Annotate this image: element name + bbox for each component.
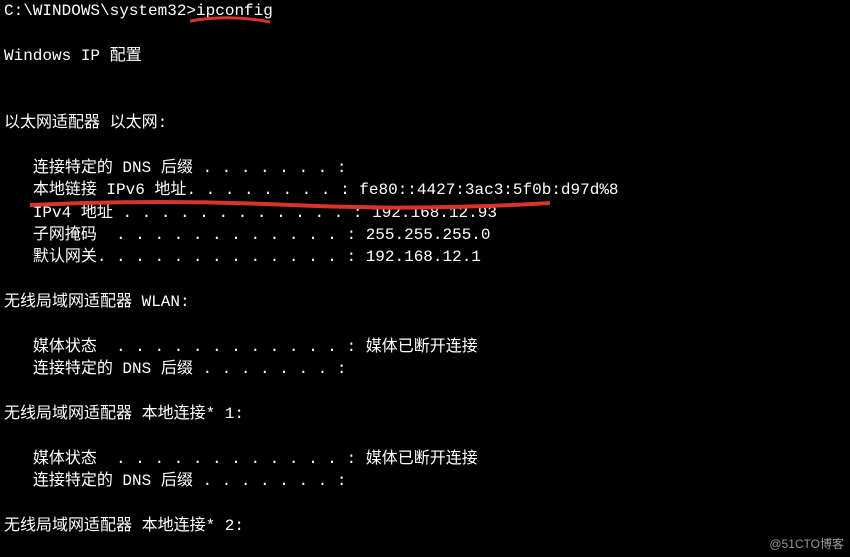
field-label: 媒体状态 (33, 450, 116, 468)
prompt-command: ipconfig (196, 2, 273, 20)
adapter-title: 无线局域网适配器 WLAN: (4, 293, 190, 311)
field-label: 默认网关 (33, 248, 97, 266)
field-label: 连接特定的 DNS 后缀 (33, 472, 203, 490)
field-label: 连接特定的 DNS 后缀 (33, 159, 203, 177)
field-value: 255.255.255.0 (366, 226, 491, 244)
field-label: 本地链接 IPv6 地址 (33, 181, 187, 199)
adapter-title: 以太网适配器 以太网: (4, 114, 167, 132)
field-value-ipv4: 192.168.12.93 (372, 204, 497, 222)
dots: . . . . . . . . . . . . : (122, 204, 362, 222)
dots: . . . . . . . : (202, 472, 346, 490)
prompt-path: C:\WINDOWS\system32> (4, 2, 196, 20)
terminal-output[interactable]: C:\WINDOWS\system32>ipconfig Windows IP … (0, 0, 850, 557)
watermark-text: @51CTO博客 (769, 536, 844, 553)
field-label: 媒体状态 (33, 338, 116, 356)
field-label: 连接特定的 DNS 后缀 (33, 360, 203, 378)
adapter-title: 无线局域网适配器 本地连接* 1: (4, 405, 244, 423)
field-value: 媒体已断开连接 (366, 338, 478, 356)
dots: . . . . . . . . . . . . : (116, 450, 356, 468)
dots: . . . . . . . . . . . . : (116, 226, 356, 244)
dots: . . . . . . . . : (186, 181, 349, 199)
dots: . . . . . . . : (202, 360, 346, 378)
field-label-ipv4: IPv4 地址 (33, 204, 123, 222)
dots: . . . . . . . . . . . . . : (97, 248, 356, 266)
field-label: 子网掩码 (33, 226, 116, 244)
field-value: 192.168.12.1 (366, 248, 481, 266)
field-value: 媒体已断开连接 (366, 450, 478, 468)
adapter-title: 无线局域网适配器 本地连接* 2: (4, 517, 244, 535)
header-line: Windows IP 配置 (4, 47, 142, 65)
dots: . . . . . . . . . . . . : (116, 338, 356, 356)
dots: . . . . . . . : (202, 159, 346, 177)
field-value: fe80::4427:3ac3:5f0b:d97d%8 (359, 181, 618, 199)
